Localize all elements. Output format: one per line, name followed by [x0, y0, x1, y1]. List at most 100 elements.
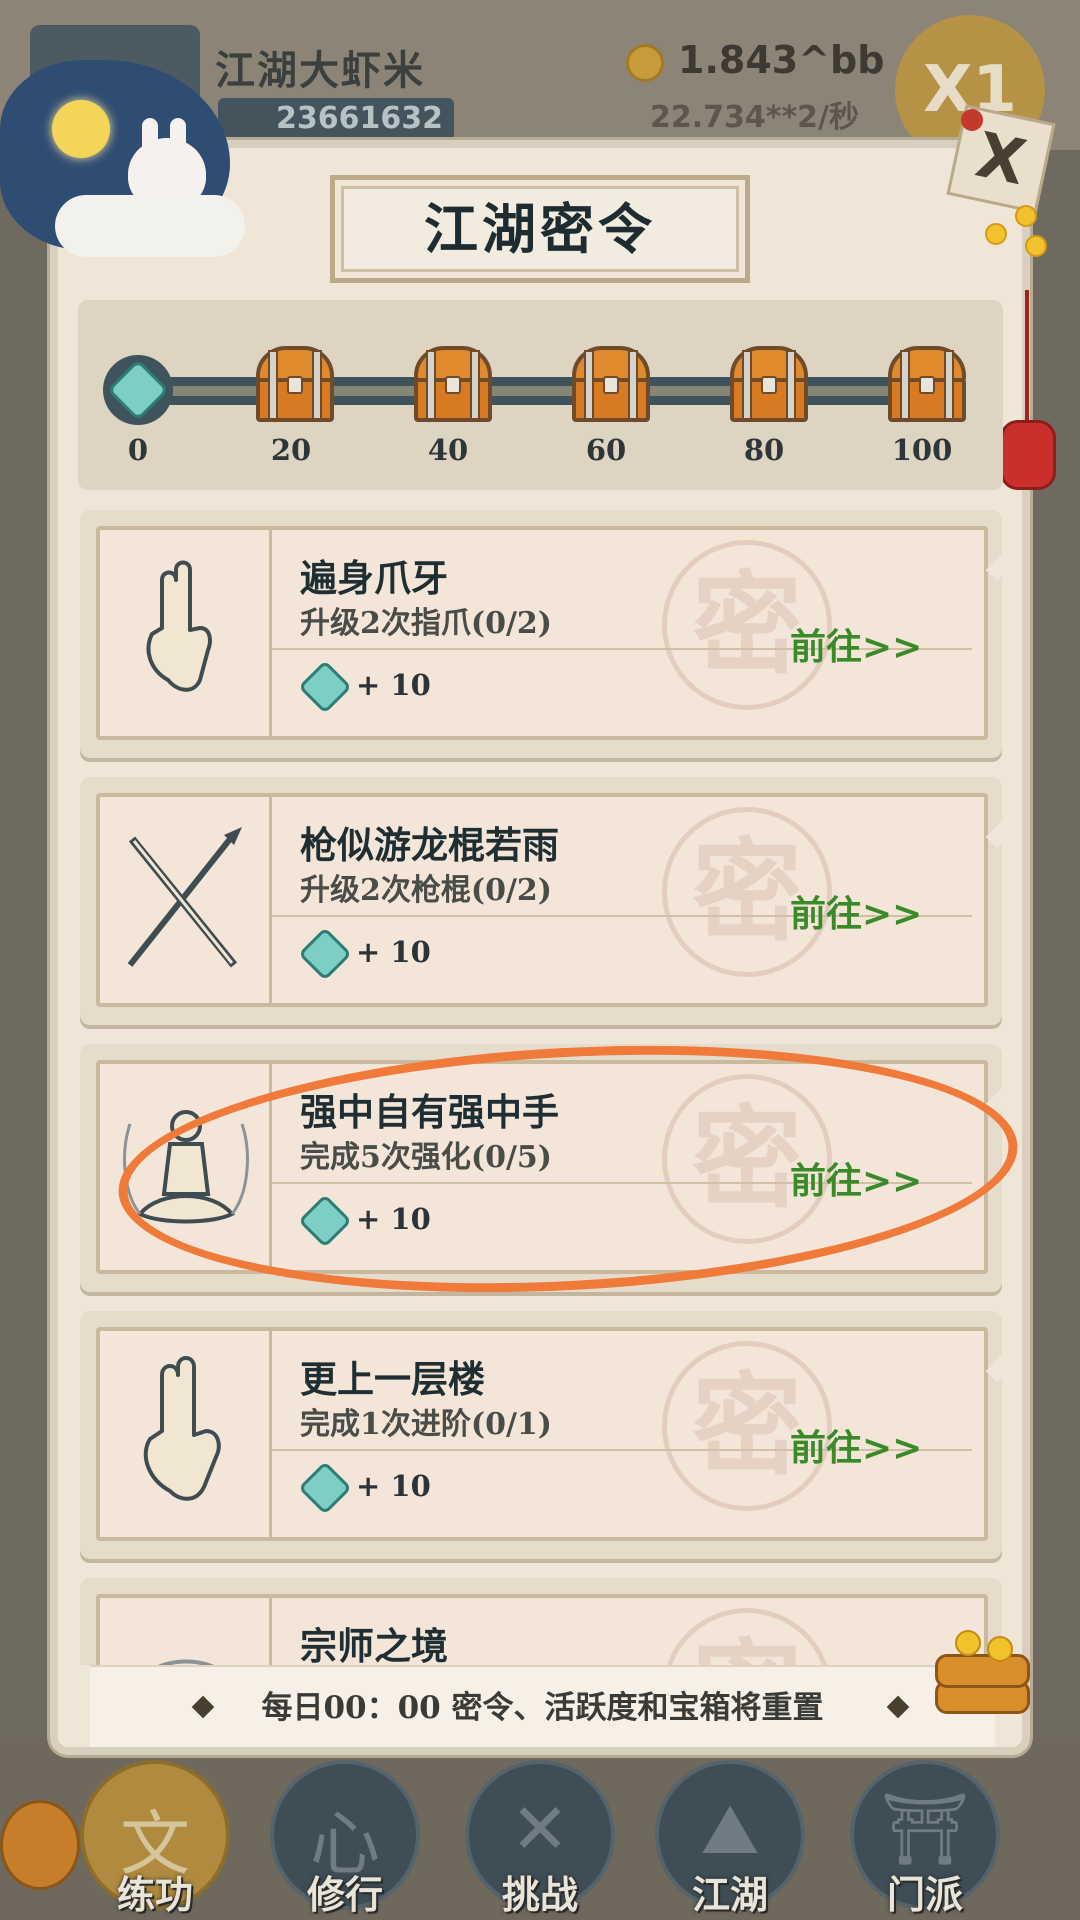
activity-gem-icon: [298, 1461, 352, 1515]
coin-bag-icon: [626, 44, 664, 82]
crossed-spear-staff-icon: [127, 827, 242, 968]
chest-band: [268, 350, 278, 420]
go-button[interactable]: 前往>>: [790, 1419, 922, 1471]
milestone-label: 80: [743, 433, 785, 467]
flower-icon: [987, 1636, 1013, 1662]
card-notch: [985, 1349, 1008, 1383]
milestone-label: 60: [585, 433, 627, 467]
task-icon-cell: [100, 1598, 272, 1665]
chest-band: [426, 350, 436, 420]
milestone-label: 100: [891, 433, 953, 467]
task-icon-cell: [100, 797, 272, 1003]
chest-lock-icon: [287, 376, 303, 394]
nav-label: 练功: [116, 1872, 193, 1917]
task-requirement: 升级2次枪棍(0/2): [300, 873, 552, 908]
mooncake-decoration: [935, 1630, 1030, 1720]
go-button[interactable]: 前往>>: [790, 885, 922, 937]
task-name: 更上一层楼: [300, 1357, 485, 1401]
card-notch: [985, 548, 1008, 582]
flower-icon: [985, 223, 1007, 245]
task-icon-cell: [100, 530, 272, 736]
nav-sect[interactable]: ⛩ 门派: [845, 1760, 1005, 1920]
activity-gem-icon: [298, 927, 352, 981]
pin-icon: [961, 109, 983, 131]
task-card: 密 遍身爪牙 升级2次指爪(0/2) + 10 前往>>: [80, 510, 1008, 758]
moon-icon: [52, 100, 110, 158]
nav-train[interactable]: 文 练功: [75, 1760, 235, 1920]
reward-chest-20[interactable]: [254, 346, 336, 424]
background-right: [1030, 150, 1080, 1770]
challenge-icon: ✕: [510, 1788, 570, 1870]
task-requirement: 完成1次进阶(0/1): [300, 1407, 552, 1442]
master-icon: [158, 1659, 214, 1665]
task-card: 密 宗师之境: [80, 1578, 1002, 1665]
chest-band: [742, 350, 752, 420]
reward-chest-80[interactable]: [728, 346, 810, 424]
task-requirement: 升级2次指爪(0/2): [300, 606, 552, 641]
milestone-label: 40: [427, 433, 469, 467]
lantern-cord: [1025, 290, 1029, 420]
hand-claw-icon: [146, 560, 212, 692]
nav-label: 挑战: [501, 1872, 578, 1917]
activity-gem-icon: [103, 355, 173, 425]
chest-band: [786, 350, 796, 420]
flower-icon: [1025, 235, 1047, 257]
reward-chest-100[interactable]: [886, 346, 968, 424]
reward-chest-40[interactable]: [412, 346, 494, 424]
chest-band: [470, 350, 480, 420]
sect-icon: ⛩: [880, 1788, 970, 1870]
activity-gem-icon: [298, 660, 352, 714]
chest-lock-icon: [919, 376, 935, 394]
task-name: 枪似游龙棍若雨: [300, 823, 559, 867]
chest-band: [584, 350, 594, 420]
task-card-inner: 密 更上一层楼 完成1次进阶(0/1) + 10 前往>>: [96, 1327, 988, 1541]
reward-chest-60[interactable]: [570, 346, 652, 424]
dialog-title: 江湖密令: [424, 197, 656, 261]
activity-progress-bar: [130, 377, 950, 405]
nav-challenge[interactable]: ✕ 挑战: [460, 1760, 620, 1920]
lantern-icon: [1000, 420, 1056, 490]
bottom-nav: 文 练功 心 修行 ✕ 挑战 ⛰ 江湖 ⛩ 门派: [0, 1740, 1080, 1920]
task-name: 宗师之境: [300, 1624, 448, 1665]
task-icon-cell: [100, 1331, 272, 1537]
coin-rate: 22.734**2/秒: [650, 100, 859, 135]
player-id: 23661632: [218, 98, 454, 140]
mooncake-icon: [0, 1800, 80, 1890]
jianghu-icon: ⛰: [700, 1788, 760, 1870]
task-card-inner: 密 枪似游龙棍若雨 升级2次枪棍(0/2) + 10 前往>>: [96, 793, 988, 1007]
title-plaque: 江湖密令: [330, 175, 750, 283]
task-card: 密 更上一层楼 完成1次进阶(0/1) + 10 前往>>: [80, 1311, 1008, 1559]
task-reward: + 10: [356, 935, 431, 969]
go-button[interactable]: 前往>>: [790, 618, 922, 670]
task-card-inner: 密 遍身爪牙 升级2次指爪(0/2) + 10 前往>>: [96, 526, 988, 740]
milestone-label: 0: [127, 433, 149, 467]
nav-cultivate[interactable]: 心 修行: [265, 1760, 425, 1920]
task-card: 密 枪似游龙棍若雨 升级2次枪棍(0/2) + 10 前往>>: [80, 777, 1008, 1025]
chest-lock-icon: [445, 376, 461, 394]
cloud-decoration: [55, 195, 245, 257]
nav-label: 修行: [306, 1872, 383, 1917]
hand-sign-icon: [143, 1356, 221, 1501]
osmanthus-decoration: [975, 205, 1055, 265]
chest-band: [900, 350, 910, 420]
coin-amount: 1.843^bb: [678, 38, 885, 82]
secret-stamp: 密: [662, 1608, 832, 1665]
flower-icon: [1015, 205, 1037, 227]
milestone-label: 20: [270, 433, 312, 467]
reset-notice: 每日00：00 密令、活跃度和宝箱将重置: [90, 1665, 995, 1747]
nav-jianghu[interactable]: ⛰ 江湖: [650, 1760, 810, 1920]
player-name: 江湖大虾米: [215, 47, 425, 94]
task-card-inner: 密 宗师之境: [96, 1594, 988, 1665]
reset-notice-text: 每日00：00 密令、活跃度和宝箱将重置: [261, 1690, 824, 1726]
chest-band: [944, 350, 954, 420]
chest-lock-icon: [761, 376, 777, 394]
mooncake-layer: [935, 1654, 1030, 1688]
card-notch: [985, 815, 1008, 849]
chest-lock-icon: [603, 376, 619, 394]
task-reward: + 10: [356, 668, 431, 702]
nav-label: 江湖: [691, 1872, 768, 1917]
task-reward: + 10: [356, 1469, 431, 1503]
flower-icon: [955, 1630, 981, 1656]
close-button[interactable]: X: [946, 104, 1056, 214]
task-name: 遍身爪牙: [300, 556, 448, 600]
